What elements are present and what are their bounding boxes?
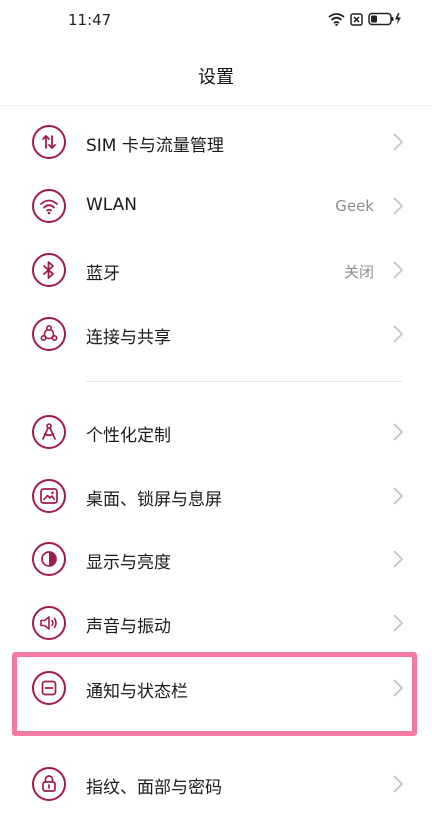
share-icon bbox=[32, 317, 66, 351]
page-header: 设置 bbox=[0, 40, 432, 106]
settings-item-value: 关闭 bbox=[343, 263, 374, 281]
settings-item-display[interactable]: 显示与亮度 bbox=[0, 529, 432, 593]
brightness-icon bbox=[32, 542, 66, 576]
settings-item-label: 连接与共享 bbox=[86, 328, 171, 348]
settings-item-label: 指纹、面部与密码 bbox=[86, 778, 222, 798]
settings-item-sound[interactable]: 声音与振动 bbox=[0, 593, 432, 657]
compass-icon bbox=[32, 415, 66, 449]
chevron-right-icon bbox=[392, 195, 404, 217]
speaker-icon bbox=[32, 606, 66, 640]
section-divider bbox=[86, 381, 402, 382]
settings-item-label: SIM 卡与流量管理 bbox=[86, 136, 224, 156]
settings-item-label: 显示与亮度 bbox=[86, 553, 171, 573]
sim-blocked-icon bbox=[350, 11, 363, 30]
lock-icon bbox=[32, 767, 66, 801]
settings-item-wallpaper[interactable]: 桌面、锁屏与息屏 bbox=[0, 466, 432, 530]
highlight-box bbox=[12, 652, 417, 736]
chevron-right-icon bbox=[392, 548, 404, 570]
chevron-right-icon bbox=[392, 485, 404, 507]
bluetooth-icon bbox=[32, 253, 66, 287]
settings-item-label: 蓝牙 bbox=[86, 264, 120, 284]
settings-item-label: 个性化定制 bbox=[86, 426, 171, 446]
chevron-right-icon bbox=[392, 773, 404, 795]
settings-item-label: 声音与振动 bbox=[86, 617, 171, 637]
sim-data-icon bbox=[32, 125, 66, 159]
settings-item-connection[interactable]: 连接与共享 bbox=[0, 304, 432, 368]
settings-item-label: WLAN bbox=[86, 195, 138, 215]
wallpaper-icon bbox=[32, 479, 66, 513]
settings-item-personal[interactable]: 个性化定制 bbox=[0, 402, 432, 466]
status-time: 11:47 bbox=[68, 11, 112, 29]
battery-charging-icon bbox=[368, 11, 402, 30]
settings-item-label: 桌面、锁屏与息屏 bbox=[86, 490, 222, 510]
wifi-icon bbox=[328, 11, 345, 30]
settings-item-sim[interactable]: SIM 卡与流量管理 bbox=[0, 112, 432, 176]
chevron-right-icon bbox=[392, 323, 404, 345]
chevron-right-icon bbox=[392, 259, 404, 281]
chevron-right-icon bbox=[392, 612, 404, 634]
wifi-icon bbox=[32, 189, 66, 223]
chevron-right-icon bbox=[392, 421, 404, 443]
settings-item-bluetooth[interactable]: 蓝牙 关闭 bbox=[0, 240, 432, 304]
chevron-right-icon bbox=[392, 131, 404, 153]
status-icons bbox=[328, 11, 402, 30]
settings-item-value: Geek bbox=[335, 197, 374, 215]
page-title: 设置 bbox=[198, 67, 234, 88]
settings-item-security[interactable]: 指纹、面部与密码 bbox=[0, 754, 432, 818]
settings-item-wlan[interactable]: WLAN Geek bbox=[0, 176, 432, 240]
status-bar: 11:47 bbox=[0, 0, 432, 40]
